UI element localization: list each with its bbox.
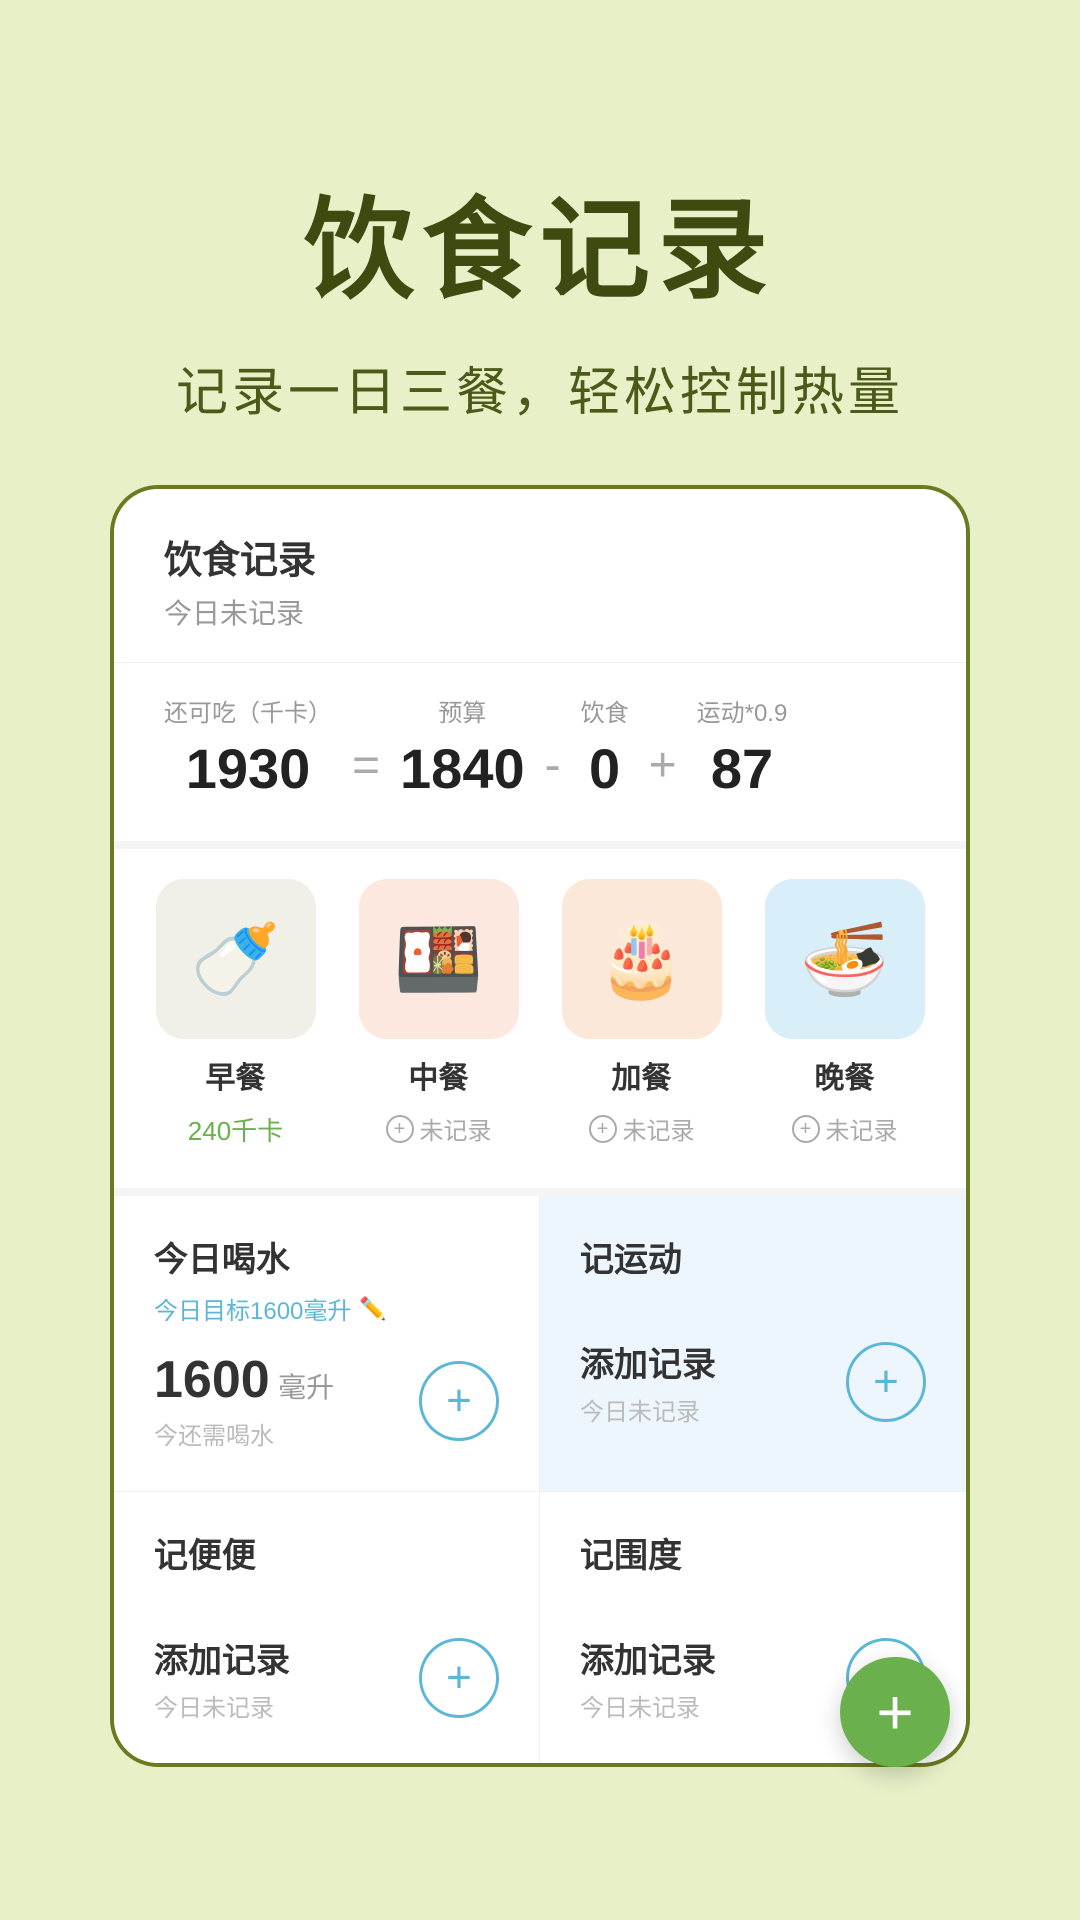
stool-add-label: 添加记录 [154, 1633, 290, 1682]
exercise-value-row: 添加记录 今日未记录 + [580, 1337, 926, 1427]
food-label: 饮食 [581, 693, 629, 728]
dinner-add-icon: + [792, 1115, 820, 1143]
bottom-grid: 今日喝水 今日目标1600毫升 ✏️ 1600 毫升 今还需喝水 + 记运动 [114, 1196, 966, 1763]
stool-title: 记便便 [154, 1528, 499, 1577]
budget-value: 1840 [400, 736, 525, 801]
food-value: 0 [589, 736, 620, 801]
breakfast-name: 早餐 [206, 1053, 266, 1097]
card-title: 饮食记录 [164, 529, 916, 584]
lunch-add-icon: + [386, 1115, 414, 1143]
measurement-value-block: 添加记录 今日未记录 [580, 1633, 716, 1723]
minus-operator: - [525, 738, 581, 801]
water-title: 今日喝水 [154, 1232, 499, 1281]
snack-name: 加餐 [612, 1053, 672, 1097]
exercise-add-label: 添加记录 [580, 1337, 716, 1386]
exercise-value-block: 添加记录 今日未记录 [580, 1337, 716, 1427]
lunch-icon: 🍱 [394, 917, 484, 1002]
exercise-label: 运动*0.9 [697, 693, 788, 728]
lunch-unrecorded: + 未记录 [386, 1111, 492, 1146]
edit-icon[interactable]: ✏️ [359, 1296, 386, 1322]
water-add-button[interactable]: + [419, 1361, 499, 1441]
eq-operator: = [332, 738, 400, 801]
measurement-add-label: 添加记录 [580, 1633, 716, 1682]
dinner-icon-wrap: 🍜 [765, 879, 925, 1039]
exercise-add-button[interactable]: + [846, 1342, 926, 1422]
exercise-date-hint: 今日未记录 [580, 1392, 716, 1427]
measurement-date-hint: 今日未记录 [580, 1688, 716, 1723]
remaining-label: 还可吃（千卡） [164, 693, 332, 728]
water-value-block: 1600 毫升 今还需喝水 [154, 1350, 334, 1451]
meal-item-lunch[interactable]: 🍱 中餐 + 未记录 [359, 879, 519, 1148]
stool-add-button[interactable]: + [419, 1638, 499, 1718]
stool-value-row: 添加记录 今日未记录 + [154, 1633, 499, 1723]
water-target-text: 今日目标1600毫升 [154, 1291, 351, 1326]
dinner-name: 晚餐 [815, 1053, 875, 1097]
stool-date-hint: 今日未记录 [154, 1688, 290, 1723]
water-target: 今日目标1600毫升 ✏️ [154, 1291, 499, 1326]
hero-title: 饮食记录 [60, 160, 1020, 320]
lunch-name: 中餐 [409, 1053, 469, 1097]
water-value-row: 1600 毫升 今还需喝水 + [154, 1350, 499, 1451]
hero-section: 饮食记录 记录一日三餐，轻松控制热量 [0, 0, 1080, 485]
remaining-col: 还可吃（千卡） 1930 [164, 693, 332, 801]
measurement-title: 记围度 [580, 1528, 926, 1577]
remaining-value: 1930 [186, 736, 311, 801]
meal-item-snack[interactable]: 🎂 加餐 + 未记录 [562, 879, 722, 1148]
dinner-icon: 🍜 [800, 917, 890, 1002]
fab-icon: + [876, 1675, 913, 1749]
exercise-value: 87 [711, 736, 773, 801]
stool-value-block: 添加记录 今日未记录 [154, 1633, 290, 1723]
water-value: 1600 [154, 1351, 270, 1409]
stool-cell[interactable]: 记便便 添加记录 今日未记录 + [114, 1492, 540, 1763]
calorie-row: 还可吃（千卡） 1930 = 预算 1840 - 饮食 0 + 运动*0.9 8… [164, 693, 916, 801]
water-cell[interactable]: 今日喝水 今日目标1600毫升 ✏️ 1600 毫升 今还需喝水 + [114, 1196, 540, 1492]
breakfast-icon-wrap: 🍼 [156, 879, 316, 1039]
card-header: 饮食记录 今日未记录 [114, 489, 966, 663]
breakfast-icon: 🍼 [191, 917, 281, 1002]
exercise-cell[interactable]: 记运动 添加记录 今日未记录 + [540, 1196, 966, 1492]
app-card: 饮食记录 今日未记录 还可吃（千卡） 1930 = 预算 1840 - 饮食 0 [110, 485, 970, 1767]
card-subtitle: 今日未记录 [164, 592, 916, 632]
fab-button[interactable]: + [840, 1657, 950, 1767]
card-container: 饮食记录 今日未记录 还可吃（千卡） 1930 = 预算 1840 - 饮食 0 [110, 485, 970, 1827]
exercise-col: 运动*0.9 87 [697, 693, 788, 801]
hero-subtitle: 记录一日三餐，轻松控制热量 [60, 350, 1020, 425]
meal-item-dinner[interactable]: 🍜 晚餐 + 未记录 [765, 879, 925, 1148]
snack-icon-wrap: 🎂 [562, 879, 722, 1039]
snack-icon: 🎂 [597, 917, 687, 1002]
meal-item-breakfast[interactable]: 🍼 早餐 240千卡 [156, 879, 316, 1148]
water-hint: 今还需喝水 [154, 1416, 334, 1451]
budget-label: 预算 [438, 693, 486, 728]
lunch-icon-wrap: 🍱 [359, 879, 519, 1039]
calorie-section: 还可吃（千卡） 1930 = 预算 1840 - 饮食 0 + 运动*0.9 8… [114, 663, 966, 849]
dinner-unrecorded: + 未记录 [792, 1111, 898, 1146]
plus-operator: + [629, 738, 697, 801]
breakfast-calories: 240千卡 [188, 1111, 283, 1148]
snack-add-icon: + [589, 1115, 617, 1143]
budget-col: 预算 1840 [400, 693, 525, 801]
meal-section: 🍼 早餐 240千卡 🍱 中餐 + 未记录 🎂 [114, 849, 966, 1196]
food-col: 饮食 0 [581, 693, 629, 801]
water-unit: 毫升 [278, 1372, 334, 1403]
snack-unrecorded: + 未记录 [589, 1111, 695, 1146]
exercise-title: 记运动 [580, 1232, 926, 1281]
